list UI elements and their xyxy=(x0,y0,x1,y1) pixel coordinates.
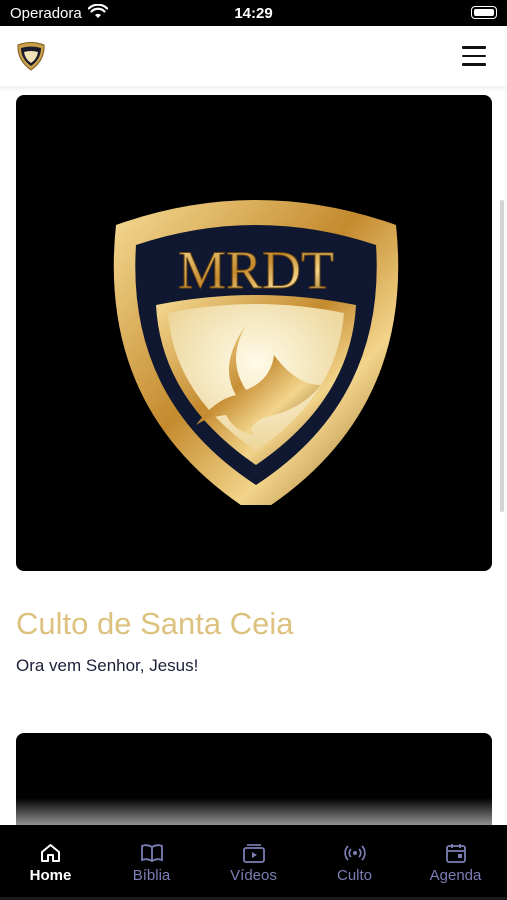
post-subtitle: Ora vem Senhor, Jesus! xyxy=(16,656,199,675)
battery-icon xyxy=(471,6,497,19)
tab-videos[interactable]: Vídeos xyxy=(203,825,304,900)
next-post-image[interactable] xyxy=(16,733,492,833)
tab-agenda[interactable]: Agenda xyxy=(405,825,506,900)
tab-biblia[interactable]: Bíblia xyxy=(101,825,202,900)
tab-home[interactable]: Home xyxy=(0,825,101,900)
mrdt-shield-emblem-icon: MRDT xyxy=(113,200,399,505)
status-time: 14:29 xyxy=(234,5,273,22)
tab-label: Home xyxy=(29,867,72,884)
home-icon xyxy=(41,844,60,862)
post-image[interactable]: MRDT xyxy=(16,95,492,571)
post-title[interactable]: Culto de Santa Ceia xyxy=(16,606,293,642)
tab-label: Bíblia xyxy=(132,867,171,884)
video-icon xyxy=(243,844,265,863)
calendar-icon xyxy=(446,844,466,863)
book-icon xyxy=(141,844,163,863)
app-header xyxy=(0,26,507,86)
broadcast-icon xyxy=(344,845,366,861)
hamburger-menu-icon[interactable] xyxy=(462,46,486,66)
scrollbar[interactable] xyxy=(500,200,504,512)
status-bar: Operadora 14:29 xyxy=(0,0,507,26)
emblem-text: MRDT xyxy=(178,240,334,300)
tab-label: Vídeos xyxy=(230,867,277,884)
tab-label: Agenda xyxy=(429,867,482,884)
mrdt-shield-logo-icon[interactable] xyxy=(15,40,47,72)
tab-label: Culto xyxy=(336,867,373,884)
tab-bar: Home Bíblia Vídeos Culto Agenda xyxy=(0,825,507,900)
tab-culto[interactable]: Culto xyxy=(304,825,405,900)
